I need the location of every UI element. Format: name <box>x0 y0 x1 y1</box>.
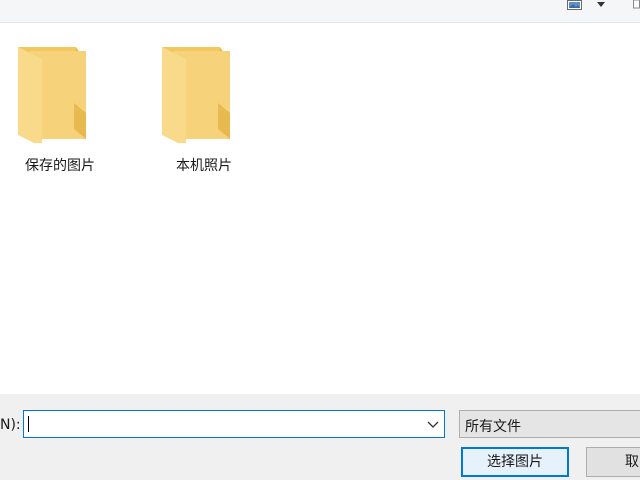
filetype-value: 所有文件 <box>465 419 521 435</box>
folder-icon <box>162 47 230 143</box>
chevron-down-icon[interactable] <box>422 411 444 437</box>
folder-item-local-photos[interactable]: 本机照片 <box>146 43 246 183</box>
toolbar <box>0 0 640 23</box>
cancel-button[interactable]: 取 <box>586 447 640 477</box>
select-picture-button[interactable]: 选择图片 <box>461 447 569 477</box>
filename-label: N): <box>0 417 21 433</box>
folder-item-saved-pictures[interactable]: 保存的图片 <box>2 43 102 183</box>
filetype-select[interactable]: 所有文件 <box>459 410 640 438</box>
text-caret <box>28 416 29 432</box>
picture-view-icon[interactable] <box>567 0 582 10</box>
file-open-dialog: 保存的图片 本机照片 N): 所有文件 选择图片 取 <box>0 0 640 480</box>
folder-label: 保存的图片 <box>25 158 95 174</box>
filename-combobox[interactable] <box>23 410 445 438</box>
caret-down-icon[interactable] <box>596 2 606 8</box>
folder-icon <box>18 47 86 143</box>
file-list: 保存的图片 本机照片 <box>0 23 640 394</box>
filename-input[interactable] <box>24 411 420 437</box>
window-control-icon[interactable] <box>632 0 640 9</box>
folder-label: 本机照片 <box>176 158 232 174</box>
dialog-footer: N): 所有文件 选择图片 取 <box>0 394 640 480</box>
